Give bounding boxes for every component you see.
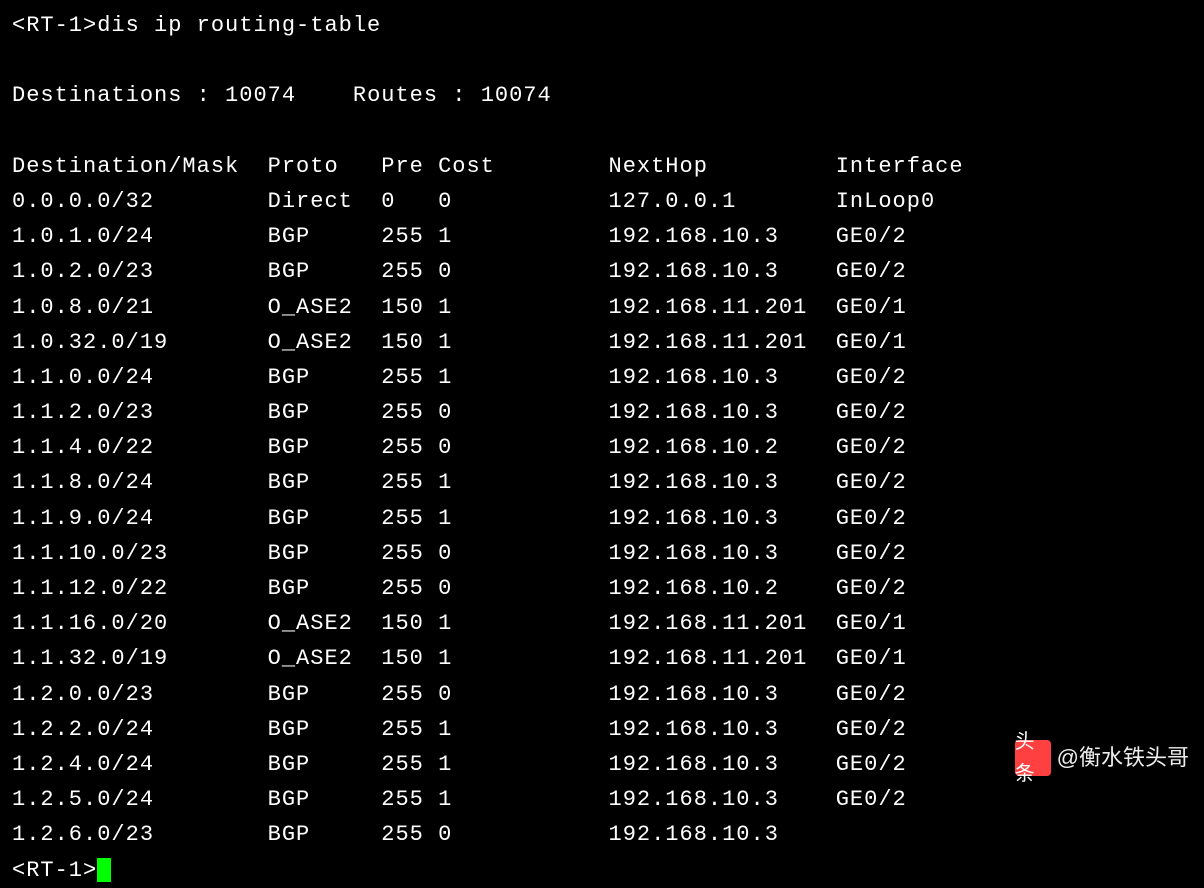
command-text: dis ip routing-table [97,13,381,38]
destinations-label: Destinations : [12,83,225,108]
table-row: 1.1.16.0/20 O_ASE2 150 1 192.168.11.201 … [12,606,1192,641]
table-row: 1.1.0.0/24 BGP 255 1 192.168.10.3 GE0/2 [12,360,1192,395]
prompt: <RT-1> [12,858,97,883]
table-row: 0.0.0.0/32 Direct 0 0 127.0.0.1 InLoop0 [12,184,1192,219]
blank-line [12,43,1192,78]
watermark-text: @衡水铁头哥 [1057,740,1189,775]
blank-line [12,114,1192,149]
table-row: 1.0.2.0/23 BGP 255 0 192.168.10.3 GE0/2 [12,254,1192,289]
table-row: 1.2.0.0/23 BGP 255 0 192.168.10.3 GE0/2 [12,677,1192,712]
table-row: 1.1.10.0/23 BGP 255 0 192.168.10.3 GE0/2 [12,536,1192,571]
summary-line: Destinations : 10074 Routes : 10074 [12,78,1192,113]
destinations-value: 10074 [225,83,296,108]
table-row: 1.1.2.0/23 BGP 255 0 192.168.10.3 GE0/2 [12,395,1192,430]
table-row: 1.1.8.0/24 BGP 255 1 192.168.10.3 GE0/2 [12,465,1192,500]
prompt: <RT-1> [12,13,97,38]
table-row: 1.1.9.0/24 BGP 255 1 192.168.10.3 GE0/2 [12,501,1192,536]
table-row: 1.0.32.0/19 O_ASE2 150 1 192.168.11.201 … [12,325,1192,360]
table-row: 1.1.12.0/22 BGP 255 0 192.168.10.2 GE0/2 [12,571,1192,606]
table-row: 1.2.6.0/23 BGP 255 0 192.168.10.3 [12,817,1192,852]
table-header-row: Destination/Mask Proto Pre Cost NextHop … [12,149,1192,184]
table-row: 1.0.8.0/21 O_ASE2 150 1 192.168.11.201 G… [12,290,1192,325]
routes-label: Routes : [353,83,481,108]
watermark-logo-icon: 头条 [1015,740,1051,776]
cursor [97,858,111,882]
routes-value: 10074 [481,83,552,108]
table-row: 1.0.1.0/24 BGP 255 1 192.168.10.3 GE0/2 [12,219,1192,254]
prompt-line[interactable]: <RT-1> [12,853,1192,888]
table-row: 1.1.4.0/22 BGP 255 0 192.168.10.2 GE0/2 [12,430,1192,465]
command-line: <RT-1>dis ip routing-table [12,8,1192,43]
table-row: 1.1.32.0/19 O_ASE2 150 1 192.168.11.201 … [12,641,1192,676]
watermark: 头条 @衡水铁头哥 [1015,740,1189,776]
